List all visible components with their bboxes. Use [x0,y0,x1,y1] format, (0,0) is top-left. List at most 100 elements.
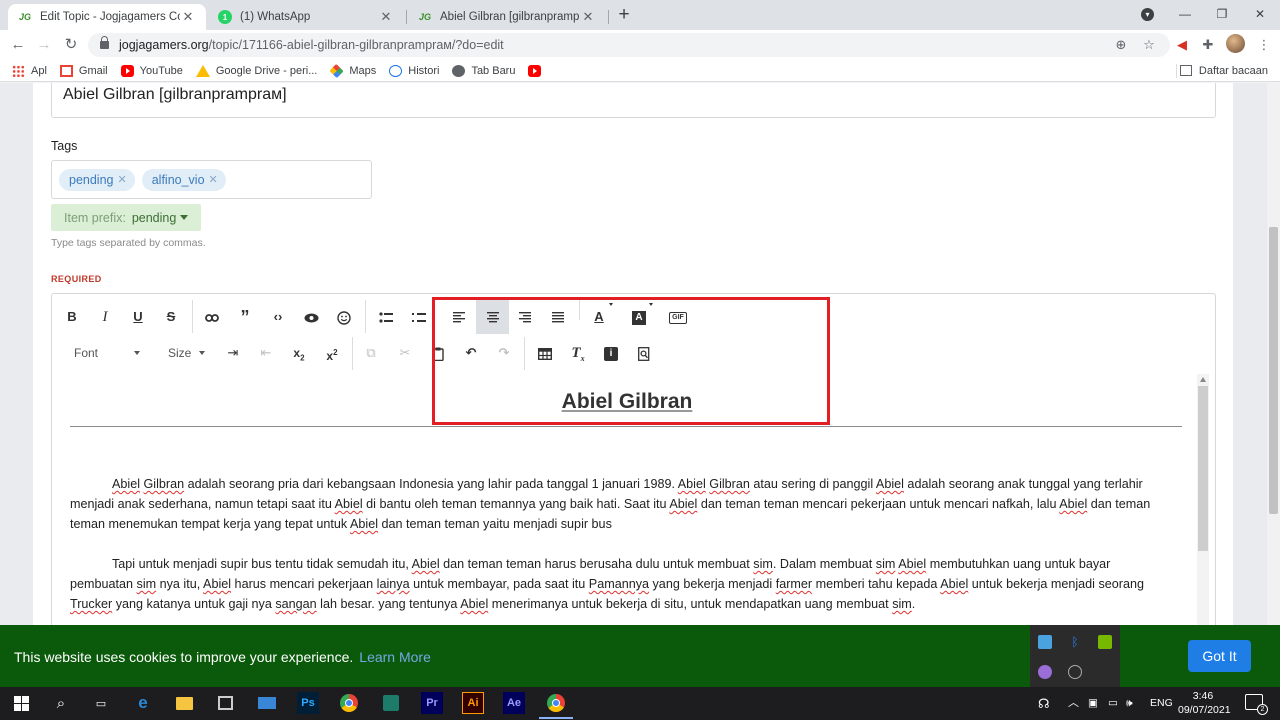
battery-icon[interactable]: ▭ [1108,687,1118,720]
cut-icon[interactable]: ✂ [392,340,418,366]
tag-chip[interactable]: pending ✕ [59,168,135,191]
language-indicator[interactable]: ENG [1150,687,1173,720]
mail-icon[interactable] [256,692,278,714]
extension-megaphone-icon[interactable]: ◀ [1173,36,1191,54]
extensions-puzzle-icon[interactable]: ✚ [1199,36,1217,54]
close-window-button[interactable]: ✕ [1250,5,1270,23]
scroll-up-arrow-icon[interactable] [1200,377,1206,382]
close-tab-icon[interactable]: ✕ [378,9,394,25]
editor-body[interactable]: Abiel Gilbran adalah seorang pria dari k… [70,474,1170,625]
got-it-button[interactable]: Got It [1188,640,1251,672]
file-explorer-icon[interactable] [173,692,195,714]
profile-avatar[interactable] [1226,34,1245,53]
editor-scrollbar[interactable] [1197,374,1209,625]
menu-kebab-icon[interactable]: ⋮ [1255,36,1273,54]
edge-icon[interactable]: e [132,692,154,714]
item-prefix-dropdown[interactable]: Item prefix: pending [51,204,202,231]
toolbar-separator [365,300,366,333]
text-run: yang bekerja menjadi [649,577,776,591]
cloud-sync-icon[interactable] [1068,665,1082,679]
numbered-list-icon[interactable] [406,304,432,330]
scrollbar-thumb[interactable] [1198,386,1208,551]
code-icon[interactable]: ‹› [265,304,291,330]
maximize-button[interactable]: ❐ [1212,5,1232,23]
zoom-icon[interactable]: ⊕ [1112,36,1130,54]
horizontal-rule [70,426,1182,427]
indent-icon[interactable]: ⇥ [220,340,246,366]
tab-abiel-gilbran[interactable]: JG Abiel Gilbran [gilbranpramprам] ✕ [408,4,606,30]
address-bar[interactable]: jogjagamers.org/topic/171166-abiel-gilbr… [88,33,1170,57]
superscript-icon[interactable]: x2 [319,340,345,366]
bookmark-history[interactable]: Histori [389,64,439,77]
subscript-icon[interactable]: x2 [286,340,312,366]
system-clock[interactable]: 3:46 09/07/2021 [1178,689,1231,717]
people-icon[interactable]: ☊ [1038,687,1050,720]
reading-list-button[interactable]: Daftar bacaan [1179,65,1268,77]
copy-icon[interactable]: ⧉ [358,340,384,366]
illustrator-icon[interactable]: Ai [462,692,484,714]
bookmark-youtube-2[interactable] [528,64,547,77]
underline-button[interactable]: U [125,304,151,330]
bookmark-gmail[interactable]: Gmail [59,64,108,77]
notification-center-icon[interactable]: 2 [1245,694,1268,715]
nvidia-icon[interactable] [1098,635,1112,649]
text-run: . Dalam membuat [772,557,876,571]
learn-more-link[interactable]: Learn More [359,649,431,665]
outdent-icon[interactable]: ⇤ [253,340,279,366]
quote-icon[interactable]: ” [232,304,258,330]
tray-chevron-up-icon[interactable]: ︿ [1068,687,1079,720]
close-tab-icon[interactable]: ✕ [580,9,596,25]
chrome-icon[interactable] [338,692,360,714]
tab-whatsapp[interactable]: 1 (1) WhatsApp ✕ [208,4,404,30]
bookmark-apps[interactable]: Apl [12,64,47,77]
bold-button[interactable]: B [59,304,85,330]
app-tray-icon[interactable] [1038,635,1052,649]
store-icon[interactable] [214,692,236,714]
photoshop-icon[interactable]: Ps [297,692,319,714]
feather-app-icon[interactable] [1038,665,1052,679]
bookmark-google-drive[interactable]: Google Drive - peri... [195,64,317,77]
size-dropdown[interactable]: Size [168,346,206,360]
bookmark-youtube[interactable]: YouTube [120,64,183,77]
premiere-icon[interactable]: Pr [421,692,443,714]
close-tab-icon[interactable]: ✕ [180,9,196,25]
spoiler-eye-icon[interactable] [298,304,324,330]
reload-button[interactable]: ↻ [61,35,81,55]
youtube-icon [120,64,134,77]
emoji-icon[interactable] [331,304,357,330]
misspelled-word: Gilbran [143,477,185,491]
remove-tag-icon[interactable]: ✕ [209,173,218,186]
bullet-list-icon[interactable] [373,304,399,330]
link-icon[interactable] [199,304,225,330]
chrome-active-icon[interactable] [539,692,573,719]
bluetooth-icon[interactable]: ᛒ [1068,635,1082,649]
tab-search-icon[interactable]: ▾ [1141,8,1154,21]
strikethrough-button[interactable]: S [158,304,184,330]
italic-button[interactable]: I [92,304,118,330]
back-button[interactable]: ← [8,35,28,55]
windows-start-icon[interactable] [10,692,32,714]
task-view-icon[interactable]: ▭ [90,692,112,714]
monitor-tray-icon[interactable]: ▣ [1088,687,1098,720]
tags-input[interactable]: pending ✕ alfino_vio ✕ [51,160,372,199]
after-effects-icon[interactable]: Ae [503,692,525,714]
search-icon[interactable]: ⌕ [50,692,72,714]
minimize-button[interactable]: — [1175,5,1195,23]
bookmark-star-icon[interactable]: ☆ [1140,36,1158,54]
text-run: di bantu oleh teman temannya yang baik h… [362,497,670,511]
bookmark-maps[interactable]: Maps [329,63,376,78]
remove-tag-icon[interactable]: ✕ [118,173,127,186]
new-tab-button[interactable]: + [614,5,634,25]
volume-icon[interactable]: 🕪 [1126,687,1133,720]
topic-title-input[interactable]: Abiel Gilbran [gilbranpramprам] [51,83,1216,118]
content-heading[interactable]: Abiel Gilbran [392,390,862,414]
bookmark-new-tab[interactable]: Tab Baru [452,64,515,77]
page-scrollbar-thumb[interactable] [1269,227,1278,514]
android-studio-icon[interactable] [380,692,402,714]
tab-edit-topic[interactable]: JG Edit Topic - Jogjagamers Commu ✕ [8,4,206,30]
font-dropdown[interactable]: Font [74,346,141,360]
tag-chip[interactable]: alfino_vio ✕ [141,168,226,191]
forward-button[interactable]: → [34,35,54,55]
google-drive-icon [195,64,210,77]
page-scrollbar[interactable] [1267,83,1280,625]
